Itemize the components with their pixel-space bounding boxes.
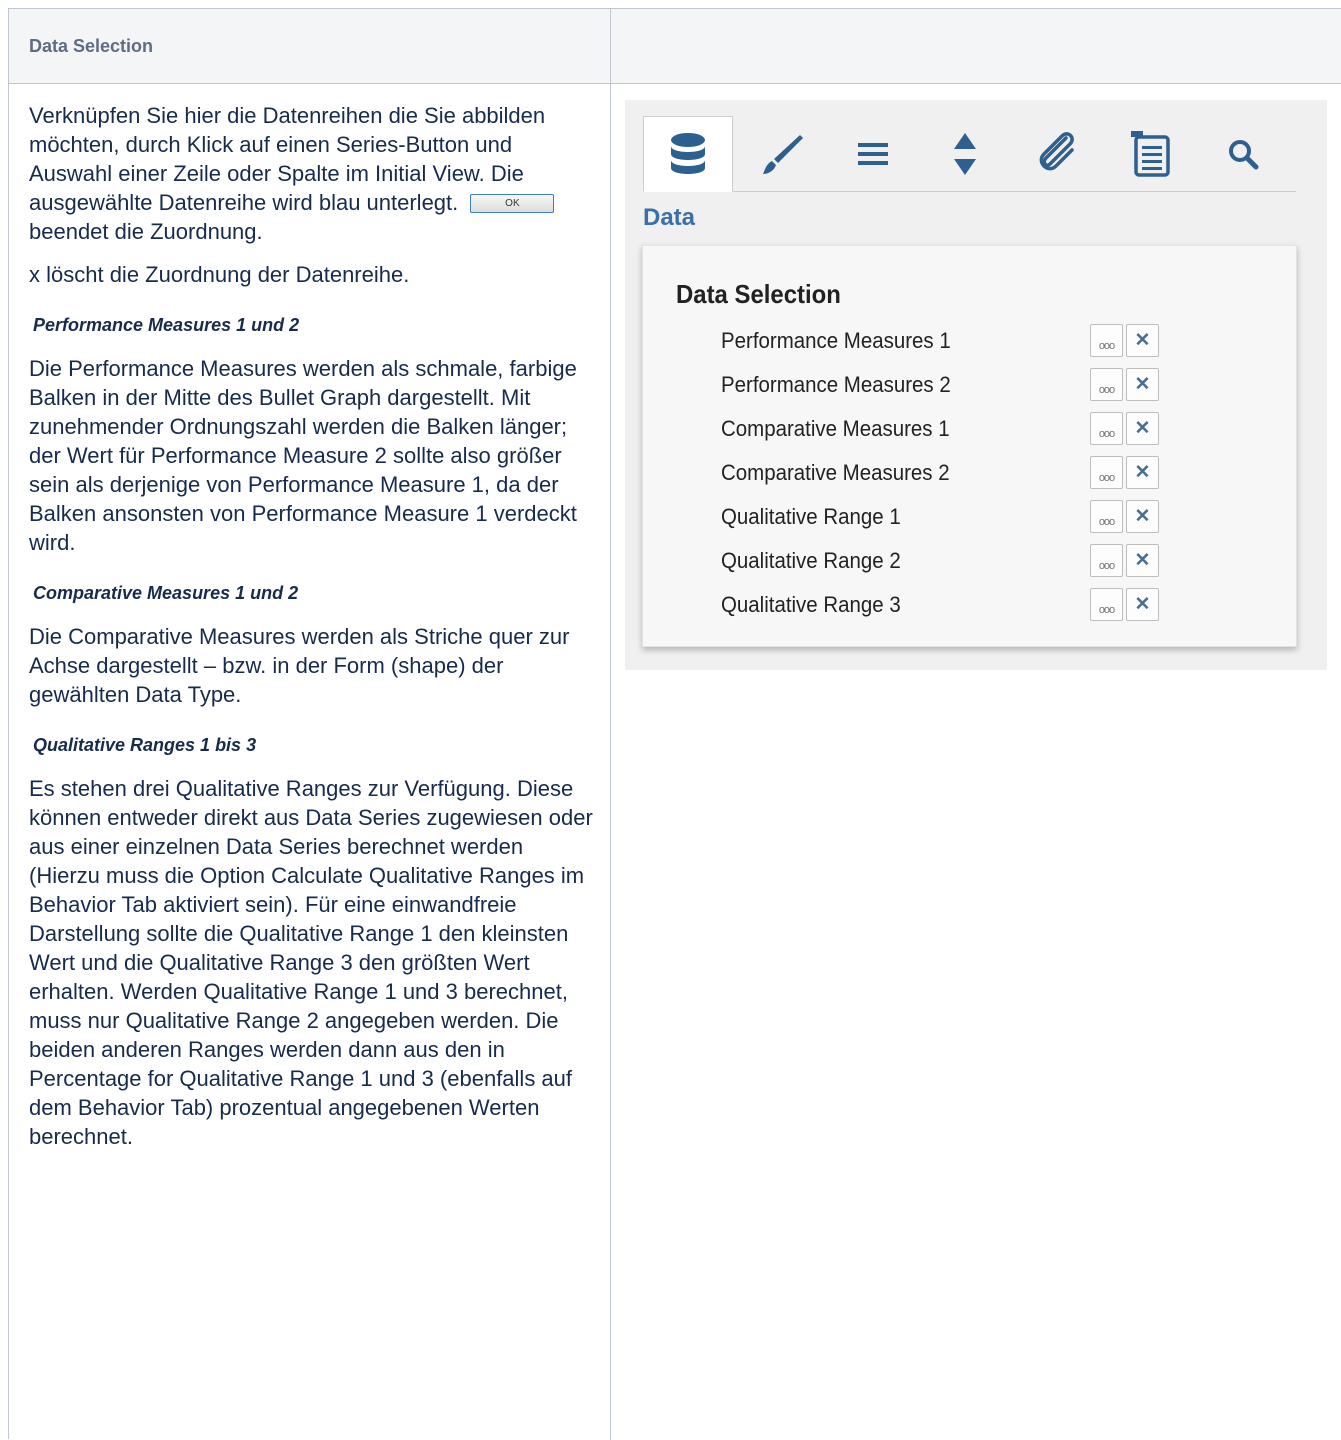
select-series-button[interactable]: ooo [1090,456,1123,489]
menu-lines-icon [858,142,888,165]
series-label: Qualitative Range 1 [721,504,901,529]
close-icon: ✕ [1134,418,1151,439]
paperclip-icon [1039,131,1074,170]
column-divider [610,9,611,1440]
more-dots-icon: ooo [1098,471,1115,484]
series-row-qualitative-1: Qualitative Range 1 ooo ✕ [721,498,1281,538]
series-row-comparative-2: Comparative Measures 2 ooo ✕ [721,454,1281,494]
search-icon [1229,139,1259,169]
series-label: Comparative Measures 2 [721,460,950,485]
ok-button-illustration: OK [470,194,555,213]
clear-series-button[interactable]: ✕ [1126,324,1159,357]
tab-search[interactable] [1198,116,1288,191]
data-selection-card: Data Selection Performance Measures 1 oo… [642,245,1297,647]
tab-data[interactable] [643,116,733,192]
select-series-button[interactable]: ooo [1090,324,1123,357]
tab-layout[interactable] [828,116,918,191]
clear-series-button[interactable]: ✕ [1126,588,1159,621]
series-label: Performance Measures 1 [721,328,951,353]
section-text-qualitative: Es stehen drei Qualitative Ranges zur Ve… [29,776,593,1149]
series-row-qualitative-3: Qualitative Range 3 ooo ✕ [721,586,1281,626]
numbered-list-icon [1131,130,1170,177]
more-dots-icon: ooo [1098,515,1115,528]
close-icon: ✕ [1134,594,1151,615]
brush-icon [763,134,803,174]
series-label: Qualitative Range 2 [721,548,901,573]
clear-series-button[interactable]: ✕ [1126,456,1159,489]
series-label: Performance Measures 2 [721,372,951,397]
section-text-performance: Die Performance Measures werden als schm… [29,356,577,555]
more-dots-icon: ooo [1098,603,1115,616]
section-title-performance: Performance Measures 1 und 2 [33,315,300,335]
close-icon: ✕ [1134,462,1151,483]
intro-paragraph: Verknüpfen Sie hier die Datenreihen die … [29,101,595,246]
select-series-button[interactable]: ooo [1090,588,1123,621]
series-label: Comparative Measures 1 [721,416,950,441]
tab-appearance[interactable] [738,116,828,191]
section-text-comparative: Die Comparative Measures werden als Stri… [29,624,570,707]
x-note: x löscht die Zuordnung der Datenreihe. [29,262,410,287]
series-row-performance-1: Performance Measures 1 ooo ✕ [721,322,1281,362]
select-series-button[interactable]: ooo [1090,500,1123,533]
more-dots-icon: ooo [1098,559,1115,572]
clear-series-button[interactable]: ✕ [1126,544,1159,577]
close-icon: ✕ [1134,506,1151,527]
tab-bar [643,116,1296,192]
clear-series-button[interactable]: ✕ [1126,500,1159,533]
tab-behavior[interactable] [920,116,1010,191]
tab-list[interactable] [1106,116,1196,191]
series-label: Qualitative Range 3 [721,592,901,617]
more-dots-icon: ooo [1098,427,1115,440]
select-series-button[interactable]: ooo [1090,368,1123,401]
close-icon: ✕ [1134,330,1151,351]
card-title: Data Selection [676,279,841,309]
clear-series-button[interactable]: ✕ [1126,412,1159,445]
panel-heading-data: Data [643,204,696,231]
database-icon [671,133,705,174]
series-row-qualitative-2: Qualitative Range 2 ooo ✕ [721,542,1281,582]
close-icon: ✕ [1134,550,1151,571]
select-series-button[interactable]: ooo [1090,412,1123,445]
more-dots-icon: ooo [1098,339,1115,352]
description-cell: Verknüpfen Sie hier die Datenreihen die … [29,101,595,1165]
properties-panel-screenshot: Data Data Selection Performance Measures… [625,100,1327,670]
header-data-selection: Data Selection [29,36,154,56]
select-series-button[interactable]: ooo [1090,544,1123,577]
section-title-qualitative: Qualitative Ranges 1 bis 3 [33,735,257,755]
table-header-row: Data Selection [9,9,1341,84]
intro-text-end: beendet die Zuordnung. [29,219,263,244]
tab-attachments[interactable] [1013,116,1103,191]
clear-series-button[interactable]: ✕ [1126,368,1159,401]
series-row-performance-2: Performance Measures 2 ooo ✕ [721,366,1281,406]
intro-text: Verknüpfen Sie hier die Datenreihen die … [29,103,546,215]
sort-arrows-icon [954,132,976,175]
section-title-comparative: Comparative Measures 1 und 2 [33,583,299,603]
close-icon: ✕ [1134,374,1151,395]
more-dots-icon: ooo [1098,383,1115,396]
series-row-comparative-1: Comparative Measures 1 ooo ✕ [721,410,1281,450]
